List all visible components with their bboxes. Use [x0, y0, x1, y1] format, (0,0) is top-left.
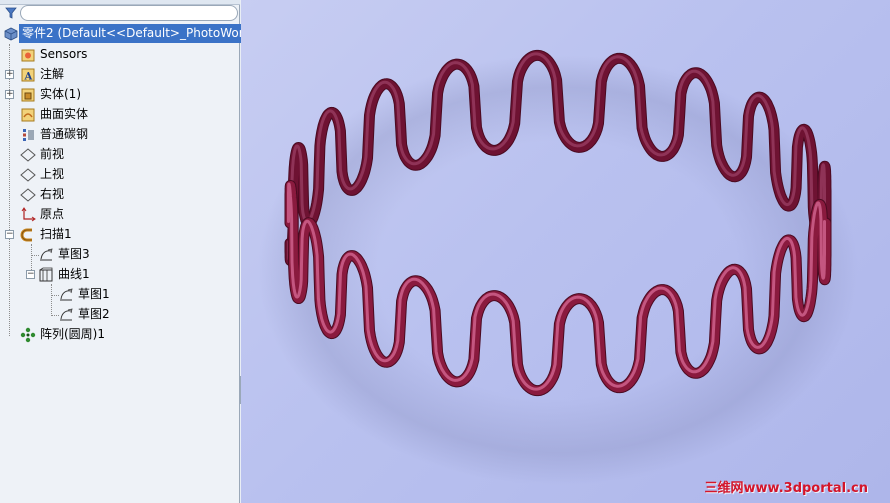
material-icon — [23, 129, 34, 141]
origin-icon — [21, 207, 36, 222]
annotations-icon: A — [21, 68, 35, 83]
tree-guide — [9, 44, 10, 336]
tree-item-label: 原点 — [40, 207, 65, 221]
tree-item-label: 普通碳钢 — [40, 127, 89, 141]
sweep-icon — [20, 228, 32, 242]
sketch-icon — [40, 248, 53, 261]
curve-icon — [39, 267, 53, 282]
tree-item-label: 曲线1 — [58, 267, 90, 281]
tree-item-label: 实体(1) — [40, 87, 81, 101]
sketch-icon — [60, 288, 73, 301]
collapse-toggle[interactable]: − — [26, 270, 35, 279]
tree-root-label: 零件2 (Default<<Default>_PhotoWorl — [19, 24, 250, 43]
wavy-ring-model — [258, 49, 858, 485]
plane-icon — [20, 148, 36, 162]
expand-toggle[interactable]: + — [5, 90, 14, 99]
tree-item-label: 右视 — [40, 187, 65, 201]
collapse-toggle[interactable]: − — [5, 230, 14, 239]
tree-item-label: 扫描1 — [40, 227, 72, 241]
plane-icon — [20, 188, 36, 202]
tree-item-label: 阵列(圆周)1 — [40, 327, 105, 341]
tree-root-part[interactable]: 零件2 (Default<<Default>_PhotoWorl — [0, 24, 250, 43]
tree-item-label: 草图1 — [78, 287, 110, 301]
circular-pattern-icon — [20, 327, 36, 343]
filter-icon[interactable] — [5, 7, 17, 19]
tree-item-label: 草图2 — [78, 307, 110, 321]
filter-input[interactable] — [20, 5, 238, 21]
graphics-viewport[interactable] — [241, 0, 890, 503]
tree-guide — [51, 284, 52, 316]
solid-bodies-icon — [21, 88, 35, 102]
part-icon — [4, 27, 18, 41]
expand-toggle[interactable]: + — [5, 70, 14, 79]
tree-item-label: 草图3 — [58, 247, 90, 261]
sensors-icon — [21, 49, 35, 62]
feature-manager-panel: 零件2 (Default<<Default>_PhotoWorl Sensors… — [0, 0, 250, 503]
sketch-icon — [60, 308, 73, 321]
filter-bar — [2, 5, 238, 21]
tree-item-label: 注解 — [40, 67, 65, 81]
tree-item-label: 上视 — [40, 167, 65, 181]
tree-item-label: 曲面实体 — [40, 107, 89, 121]
tree-item-label: Sensors — [40, 47, 88, 61]
svg-text:A: A — [24, 72, 33, 83]
tree-item-label: 前视 — [40, 147, 65, 161]
plane-icon — [20, 168, 36, 182]
surface-bodies-icon — [21, 108, 35, 122]
watermark: 三维网www.3dportal.cn — [704, 481, 868, 496]
